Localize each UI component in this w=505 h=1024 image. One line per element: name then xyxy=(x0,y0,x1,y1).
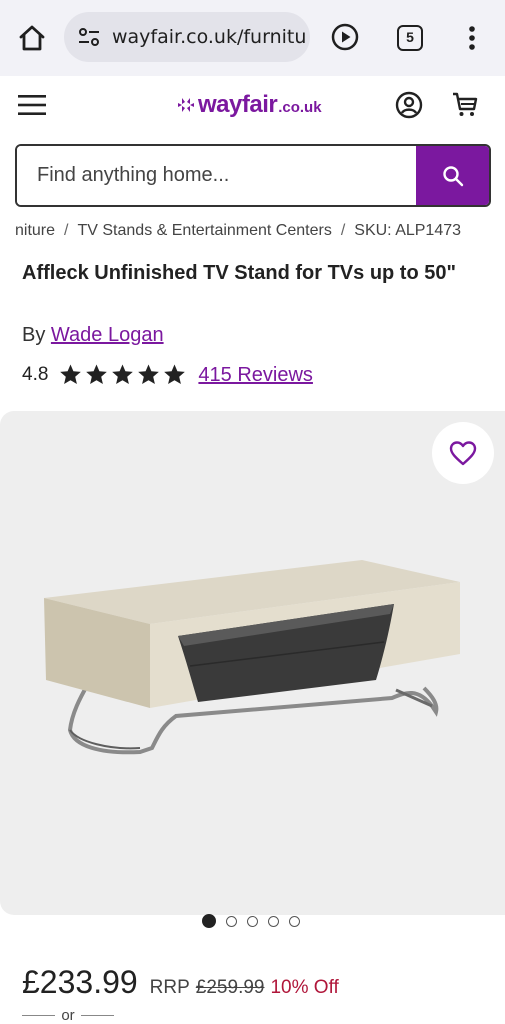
rating-score: 4.8 xyxy=(22,364,49,385)
star-icon xyxy=(164,364,186,384)
browser-toolbar: wayfair.co.uk/furnitu 5 xyxy=(0,0,505,76)
gallery-dot[interactable] xyxy=(289,915,300,927)
breadcrumb-separator: / xyxy=(340,222,346,239)
hamburger-menu-icon[interactable] xyxy=(18,94,46,116)
wayfair-logo-mark-icon xyxy=(178,98,194,112)
brand-link[interactable]: Wade Logan xyxy=(51,324,164,346)
site-header: wayfair .co.uk xyxy=(0,76,505,138)
reviews-link[interactable]: 415 Reviews xyxy=(198,364,313,387)
product-title: Affleck Unfinished TV Stand for TVs up t… xyxy=(22,262,456,284)
rrp-label: RRP xyxy=(149,977,190,998)
logo-word: wayfair xyxy=(198,91,278,118)
breadcrumb-item-tv-stands[interactable]: TV Stands & Entertainment Centers xyxy=(77,222,331,240)
search-bar xyxy=(15,144,491,207)
cart-icon[interactable] xyxy=(451,91,479,119)
heart-icon xyxy=(449,441,477,466)
breadcrumb-sku: SKU: ALP1473 xyxy=(354,222,462,239)
gallery-pagination xyxy=(202,914,310,928)
or-label: or xyxy=(61,1007,75,1024)
url-text: wayfair.co.uk/furnitu xyxy=(112,26,307,48)
site-settings-icon[interactable] xyxy=(76,24,102,50)
star-icon xyxy=(86,364,108,384)
account-icon[interactable] xyxy=(395,91,423,119)
product-byline: By Wade Logan xyxy=(22,324,164,347)
discount-badge: 10% Off xyxy=(270,977,339,998)
search-icon xyxy=(442,165,463,186)
play-icon[interactable] xyxy=(330,22,360,52)
tab-switcher-icon[interactable]: 5 xyxy=(397,25,423,51)
or-divider: or xyxy=(22,1007,114,1024)
home-icon[interactable] xyxy=(16,22,48,54)
breadcrumb-item-furniture[interactable]: niture xyxy=(15,222,55,240)
search-input[interactable] xyxy=(17,146,416,205)
star-icon xyxy=(138,364,160,384)
gallery-dot[interactable] xyxy=(268,915,279,927)
star-icon xyxy=(60,364,82,384)
more-menu-icon[interactable] xyxy=(462,22,482,54)
logo-tld: .co.uk xyxy=(278,99,322,116)
gallery-dot[interactable] xyxy=(226,915,237,927)
rrp-price: £259.99 xyxy=(195,977,265,998)
address-bar[interactable]: wayfair.co.uk/furnitu xyxy=(64,12,310,62)
divider-line xyxy=(80,1015,114,1016)
divider-line xyxy=(22,1015,56,1016)
price-row: £233.99 RRP £259.99 10% Off xyxy=(22,964,339,1001)
rating-summary: 4.8 415 Reviews xyxy=(22,362,313,388)
tv-stand-image xyxy=(44,560,460,755)
breadcrumb: niture / TV Stands & Entertainment Centers… xyxy=(15,222,505,244)
current-price: £233.99 xyxy=(22,964,138,1000)
star-icon xyxy=(112,364,134,384)
search-button[interactable] xyxy=(416,146,489,205)
star-rating xyxy=(58,363,188,387)
wayfair-logo[interactable]: wayfair .co.uk xyxy=(176,90,322,120)
breadcrumb-separator: / xyxy=(64,222,69,239)
gallery-dot[interactable] xyxy=(247,915,258,927)
favorite-button[interactable] xyxy=(432,422,494,484)
by-label: By xyxy=(22,324,46,346)
gallery-dot[interactable] xyxy=(202,914,216,928)
